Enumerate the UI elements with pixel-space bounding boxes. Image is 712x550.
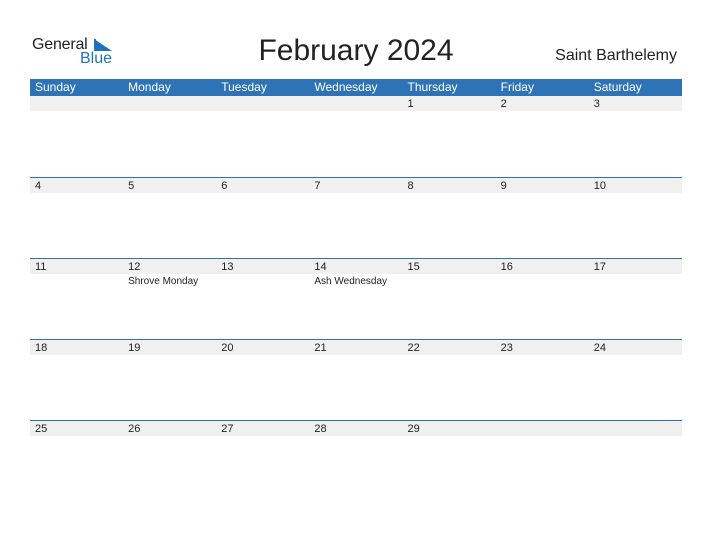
day-cell: 4: [30, 177, 123, 194]
day-cell: 3: [589, 96, 682, 112]
day-number: 26: [128, 423, 141, 435]
day-number: 3: [593, 98, 600, 110]
day-number: 13: [221, 261, 234, 273]
weekday-wednesday: Wednesday: [314, 80, 378, 94]
country-name: Saint Barthelemy: [555, 47, 677, 64]
weekday-monday: Monday: [128, 80, 171, 94]
calendar-grid: Sunday Monday Tuesday Wednesday Thursday…: [30, 79, 682, 501]
day-cell: 2: [496, 96, 589, 112]
day-number: 19: [128, 342, 141, 354]
week-row: 11 12 Shrove Monday 13 14 Ash Wednesday 15 16 17: [30, 258, 682, 339]
day-cell: [216, 96, 309, 112]
week-cells: 4 5 6 7 8 9 10: [30, 177, 682, 194]
day-cell: 24: [589, 339, 682, 356]
day-cell: 8: [403, 177, 496, 194]
day-number: 9: [500, 180, 507, 192]
week-row: 4 5 6 7 8 9 10: [30, 177, 682, 258]
day-number: 7: [314, 180, 321, 192]
day-number: 14: [314, 261, 327, 273]
day-number: 27: [221, 423, 234, 435]
day-cell: [589, 420, 682, 437]
day-cell: 19: [123, 339, 216, 356]
week-row: 25 26 27 28 29: [30, 420, 682, 501]
day-cell: 18: [30, 339, 123, 356]
day-cell: 20: [216, 339, 309, 356]
day-cell: 16: [496, 258, 589, 287]
day-cell: 14 Ash Wednesday: [309, 258, 402, 287]
holiday-label: Ash Wednesday: [314, 276, 388, 287]
day-number: 21: [314, 342, 327, 354]
day-cell: 1: [403, 96, 496, 112]
day-cell: 10: [589, 177, 682, 194]
day-cell: 29: [403, 420, 496, 437]
day-cell: 27: [216, 420, 309, 437]
day-number: 6: [221, 180, 228, 192]
day-number: 12: [128, 261, 141, 273]
week-row: 1 2 3: [30, 96, 682, 177]
day-number: 16: [500, 261, 513, 273]
day-number: 28: [314, 423, 327, 435]
day-number: 11: [35, 261, 47, 273]
day-number: 2: [500, 98, 507, 110]
day-cell: 26: [123, 420, 216, 437]
day-cell: [309, 96, 402, 112]
weekday-saturday: Saturday: [593, 80, 642, 94]
day-cell: 28: [309, 420, 402, 437]
day-cell: 17: [589, 258, 682, 287]
day-cell: [30, 96, 123, 112]
day-number: [594, 422, 682, 437]
day-number: 23: [500, 342, 513, 354]
day-cell: 15: [403, 258, 496, 287]
day-number: [128, 97, 216, 112]
day-cell: 12 Shrove Monday: [123, 258, 216, 287]
weekday-header: Sunday Monday Tuesday Wednesday Thursday…: [30, 79, 682, 96]
day-number: 15: [407, 261, 420, 273]
day-number: 29: [407, 423, 420, 435]
week-cells: 18 19 20 21 22 23 24: [30, 339, 682, 356]
day-cell: [496, 420, 589, 437]
day-cell: 6: [216, 177, 309, 194]
day-number: [501, 422, 589, 437]
day-cell: 23: [496, 339, 589, 356]
day-number: 8: [407, 180, 414, 192]
weekday-tuesday: Tuesday: [221, 80, 267, 94]
day-number: [314, 97, 402, 112]
day-cell: 5: [123, 177, 216, 194]
day-number: 24: [593, 342, 606, 354]
weekday-friday: Friday: [500, 80, 534, 94]
day-cell: 11: [30, 258, 123, 287]
holiday-label: Shrove Monday: [128, 276, 199, 287]
day-cell: 13: [216, 258, 309, 287]
day-number: 1: [407, 98, 414, 110]
day-cell: 25: [30, 420, 123, 437]
day-number: 20: [221, 342, 234, 354]
day-number: 22: [407, 342, 420, 354]
weekday-sunday: Sunday: [35, 80, 76, 94]
week-row: 18 19 20 21 22 23 24: [30, 339, 682, 420]
day-number: 4: [35, 180, 42, 192]
day-cell: 21: [309, 339, 402, 356]
day-number: [35, 97, 123, 112]
day-number: 25: [35, 423, 48, 435]
week-cells: 11 12 Shrove Monday 13 14 Ash Wednesday 15 16 17: [30, 258, 682, 287]
day-cell: 22: [403, 339, 496, 356]
day-number: 17: [593, 261, 606, 273]
weekday-thursday: Thursday: [407, 80, 458, 94]
week-cells: 25 26 27 28 29: [30, 420, 682, 437]
day-number: [221, 97, 309, 112]
day-cell: 7: [309, 177, 402, 194]
day-cell: 9: [496, 177, 589, 194]
day-number: 5: [128, 180, 135, 192]
day-number: 18: [35, 342, 48, 354]
week-cells: 1 2 3: [30, 96, 682, 112]
day-number: 10: [593, 180, 606, 192]
day-cell: [123, 96, 216, 112]
